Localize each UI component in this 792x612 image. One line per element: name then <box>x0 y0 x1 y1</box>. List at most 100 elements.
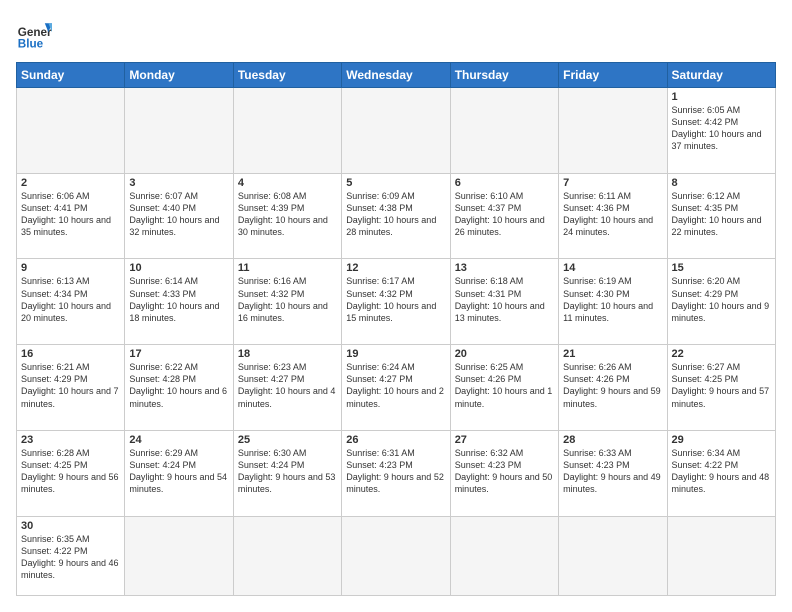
day-info: Sunrise: 6:32 AMSunset: 4:23 PMDaylight:… <box>455 447 554 496</box>
day-number: 3 <box>129 177 228 189</box>
day-info: Sunrise: 6:19 AMSunset: 4:30 PMDaylight:… <box>563 275 662 324</box>
day-info: Sunrise: 6:17 AMSunset: 4:32 PMDaylight:… <box>346 275 445 324</box>
day-cell: 14Sunrise: 6:19 AMSunset: 4:30 PMDayligh… <box>559 259 667 345</box>
weekday-saturday: Saturday <box>667 63 775 88</box>
weekday-thursday: Thursday <box>450 63 558 88</box>
day-info: Sunrise: 6:35 AMSunset: 4:22 PMDaylight:… <box>21 533 120 582</box>
weekday-friday: Friday <box>559 63 667 88</box>
day-number: 7 <box>563 177 662 189</box>
page: General Blue SundayMondayTuesdayWednesda… <box>0 0 792 612</box>
day-cell: 1Sunrise: 6:05 AMSunset: 4:42 PMDaylight… <box>667 88 775 174</box>
day-info: Sunrise: 6:26 AMSunset: 4:26 PMDaylight:… <box>563 361 662 410</box>
week-row-6: 30Sunrise: 6:35 AMSunset: 4:22 PMDayligh… <box>17 516 776 595</box>
day-info: Sunrise: 6:31 AMSunset: 4:23 PMDaylight:… <box>346 447 445 496</box>
day-cell: 23Sunrise: 6:28 AMSunset: 4:25 PMDayligh… <box>17 430 125 516</box>
day-number: 29 <box>672 434 771 446</box>
day-cell: 17Sunrise: 6:22 AMSunset: 4:28 PMDayligh… <box>125 345 233 431</box>
day-info: Sunrise: 6:28 AMSunset: 4:25 PMDaylight:… <box>21 447 120 496</box>
weekday-monday: Monday <box>125 63 233 88</box>
week-row-2: 2Sunrise: 6:06 AMSunset: 4:41 PMDaylight… <box>17 173 776 259</box>
day-info: Sunrise: 6:21 AMSunset: 4:29 PMDaylight:… <box>21 361 120 410</box>
day-number: 12 <box>346 262 445 274</box>
day-cell: 12Sunrise: 6:17 AMSunset: 4:32 PMDayligh… <box>342 259 450 345</box>
day-cell <box>17 88 125 174</box>
day-number: 4 <box>238 177 337 189</box>
day-info: Sunrise: 6:23 AMSunset: 4:27 PMDaylight:… <box>238 361 337 410</box>
day-cell: 6Sunrise: 6:10 AMSunset: 4:37 PMDaylight… <box>450 173 558 259</box>
day-cell: 18Sunrise: 6:23 AMSunset: 4:27 PMDayligh… <box>233 345 341 431</box>
week-row-1: 1Sunrise: 6:05 AMSunset: 4:42 PMDaylight… <box>17 88 776 174</box>
day-info: Sunrise: 6:13 AMSunset: 4:34 PMDaylight:… <box>21 275 120 324</box>
day-number: 26 <box>346 434 445 446</box>
day-number: 23 <box>21 434 120 446</box>
day-cell: 2Sunrise: 6:06 AMSunset: 4:41 PMDaylight… <box>17 173 125 259</box>
day-number: 28 <box>563 434 662 446</box>
day-cell: 15Sunrise: 6:20 AMSunset: 4:29 PMDayligh… <box>667 259 775 345</box>
day-cell: 3Sunrise: 6:07 AMSunset: 4:40 PMDaylight… <box>125 173 233 259</box>
svg-text:Blue: Blue <box>18 38 44 51</box>
day-info: Sunrise: 6:12 AMSunset: 4:35 PMDaylight:… <box>672 190 771 239</box>
day-number: 27 <box>455 434 554 446</box>
day-cell: 27Sunrise: 6:32 AMSunset: 4:23 PMDayligh… <box>450 430 558 516</box>
day-cell: 9Sunrise: 6:13 AMSunset: 4:34 PMDaylight… <box>17 259 125 345</box>
day-cell: 25Sunrise: 6:30 AMSunset: 4:24 PMDayligh… <box>233 430 341 516</box>
day-info: Sunrise: 6:24 AMSunset: 4:27 PMDaylight:… <box>346 361 445 410</box>
day-cell <box>667 516 775 595</box>
day-cell <box>233 516 341 595</box>
day-number: 30 <box>21 520 120 532</box>
day-number: 17 <box>129 348 228 360</box>
header: General Blue <box>16 16 776 52</box>
weekday-header-row: SundayMondayTuesdayWednesdayThursdayFrid… <box>17 63 776 88</box>
day-number: 8 <box>672 177 771 189</box>
day-number: 6 <box>455 177 554 189</box>
day-cell <box>559 88 667 174</box>
day-number: 14 <box>563 262 662 274</box>
day-cell: 10Sunrise: 6:14 AMSunset: 4:33 PMDayligh… <box>125 259 233 345</box>
day-cell: 11Sunrise: 6:16 AMSunset: 4:32 PMDayligh… <box>233 259 341 345</box>
day-number: 5 <box>346 177 445 189</box>
day-info: Sunrise: 6:30 AMSunset: 4:24 PMDaylight:… <box>238 447 337 496</box>
day-cell <box>450 516 558 595</box>
day-info: Sunrise: 6:09 AMSunset: 4:38 PMDaylight:… <box>346 190 445 239</box>
day-info: Sunrise: 6:14 AMSunset: 4:33 PMDaylight:… <box>129 275 228 324</box>
day-cell: 8Sunrise: 6:12 AMSunset: 4:35 PMDaylight… <box>667 173 775 259</box>
day-number: 11 <box>238 262 337 274</box>
day-cell: 24Sunrise: 6:29 AMSunset: 4:24 PMDayligh… <box>125 430 233 516</box>
day-cell <box>342 88 450 174</box>
day-cell: 7Sunrise: 6:11 AMSunset: 4:36 PMDaylight… <box>559 173 667 259</box>
day-number: 18 <box>238 348 337 360</box>
day-number: 22 <box>672 348 771 360</box>
day-number: 15 <box>672 262 771 274</box>
day-cell: 16Sunrise: 6:21 AMSunset: 4:29 PMDayligh… <box>17 345 125 431</box>
day-cell: 28Sunrise: 6:33 AMSunset: 4:23 PMDayligh… <box>559 430 667 516</box>
day-cell: 5Sunrise: 6:09 AMSunset: 4:38 PMDaylight… <box>342 173 450 259</box>
day-info: Sunrise: 6:08 AMSunset: 4:39 PMDaylight:… <box>238 190 337 239</box>
day-cell <box>342 516 450 595</box>
day-number: 21 <box>563 348 662 360</box>
day-info: Sunrise: 6:20 AMSunset: 4:29 PMDaylight:… <box>672 275 771 324</box>
day-info: Sunrise: 6:05 AMSunset: 4:42 PMDaylight:… <box>672 104 771 153</box>
day-number: 10 <box>129 262 228 274</box>
day-info: Sunrise: 6:07 AMSunset: 4:40 PMDaylight:… <box>129 190 228 239</box>
day-cell: 21Sunrise: 6:26 AMSunset: 4:26 PMDayligh… <box>559 345 667 431</box>
day-cell <box>125 516 233 595</box>
day-info: Sunrise: 6:10 AMSunset: 4:37 PMDaylight:… <box>455 190 554 239</box>
day-number: 19 <box>346 348 445 360</box>
day-number: 9 <box>21 262 120 274</box>
day-cell: 30Sunrise: 6:35 AMSunset: 4:22 PMDayligh… <box>17 516 125 595</box>
day-info: Sunrise: 6:33 AMSunset: 4:23 PMDaylight:… <box>563 447 662 496</box>
calendar: SundayMondayTuesdayWednesdayThursdayFrid… <box>16 62 776 596</box>
day-cell: 4Sunrise: 6:08 AMSunset: 4:39 PMDaylight… <box>233 173 341 259</box>
week-row-5: 23Sunrise: 6:28 AMSunset: 4:25 PMDayligh… <box>17 430 776 516</box>
day-cell: 20Sunrise: 6:25 AMSunset: 4:26 PMDayligh… <box>450 345 558 431</box>
day-number: 13 <box>455 262 554 274</box>
day-info: Sunrise: 6:27 AMSunset: 4:25 PMDaylight:… <box>672 361 771 410</box>
logo: General Blue <box>16 16 52 52</box>
day-cell: 22Sunrise: 6:27 AMSunset: 4:25 PMDayligh… <box>667 345 775 431</box>
day-number: 20 <box>455 348 554 360</box>
logo-icon: General Blue <box>16 16 52 52</box>
day-cell: 19Sunrise: 6:24 AMSunset: 4:27 PMDayligh… <box>342 345 450 431</box>
day-cell <box>450 88 558 174</box>
day-info: Sunrise: 6:18 AMSunset: 4:31 PMDaylight:… <box>455 275 554 324</box>
day-cell: 26Sunrise: 6:31 AMSunset: 4:23 PMDayligh… <box>342 430 450 516</box>
